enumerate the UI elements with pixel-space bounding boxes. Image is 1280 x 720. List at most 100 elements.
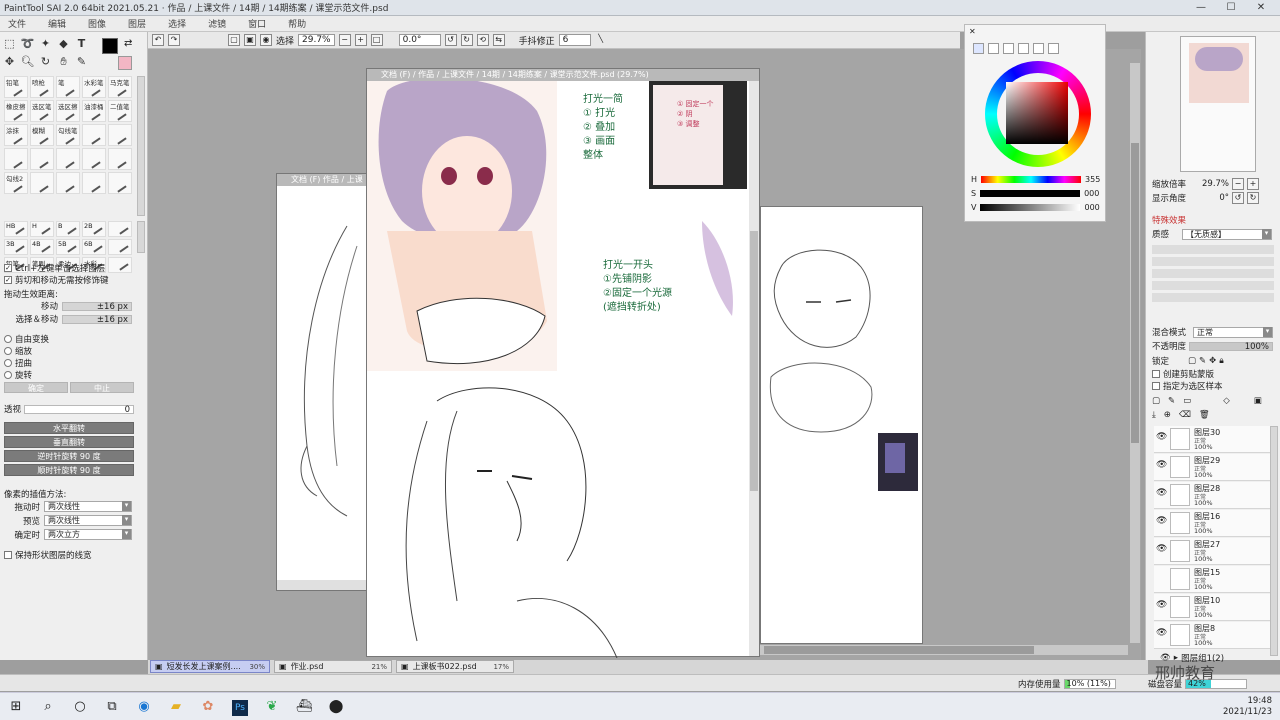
flip-horizontal-button[interactable]: 水平翻转	[4, 422, 134, 434]
brush-slot[interactable]	[108, 124, 132, 146]
navigator-preview[interactable]	[1180, 36, 1256, 172]
text-icon[interactable]: T	[74, 36, 89, 51]
document-tab[interactable]: ▣ 短发长发上课案例.... 30%	[150, 660, 270, 673]
ctrl-click-checkbox[interactable]: ✓	[4, 264, 12, 272]
obs-icon[interactable]: ⬤	[320, 693, 352, 720]
zoom-in-icon[interactable]: +	[1247, 178, 1260, 190]
value-slider[interactable]	[980, 204, 1081, 211]
preview-select[interactable]: 两次线性	[44, 515, 132, 526]
eye-icon[interactable]: 👁︎	[1156, 432, 1167, 442]
layer-item[interactable]: 👁︎ 图层28 正常 100%	[1154, 482, 1272, 509]
free-transform-option[interactable]: 自由变换	[4, 333, 49, 345]
brush-slot[interactable]: 水彩笔	[82, 76, 106, 98]
confirm-interp-select[interactable]: 两次立方	[44, 529, 132, 540]
close-icon[interactable]: ✕	[969, 27, 976, 36]
size-slot[interactable]: HB	[4, 221, 28, 237]
brush-slot[interactable]: 二值笔	[108, 100, 132, 122]
menu-help[interactable]: 帮助	[288, 17, 306, 30]
brush-slot[interactable]	[82, 148, 106, 170]
hue-slider[interactable]	[981, 176, 1082, 183]
document-window-back[interactable]: 文档 (F) 作品 / 上课 ...	[276, 173, 368, 591]
lock-move-icon[interactable]: ✥	[1209, 356, 1216, 366]
rotate-cw-button[interactable]: 顺时针旋转 90 度	[4, 464, 134, 476]
menu-window[interactable]: 窗口	[248, 17, 266, 30]
brush-slot[interactable]: 选区笔	[30, 100, 54, 122]
panel-menu-icon[interactable]: ▣	[1254, 396, 1262, 406]
swatch-tab-icon[interactable]	[1018, 43, 1029, 54]
mixer-tab-icon[interactable]	[1033, 43, 1044, 54]
windows-start-icon[interactable]: ⊞	[0, 693, 32, 720]
menu-select[interactable]: 选择	[168, 17, 186, 30]
document-window-main[interactable]: 文档 (F) / 作品 / 上课文件 / 14期 / 14期练案 / 课堂示范文…	[366, 68, 760, 658]
system-clock[interactable]: 19:48 2021/11/23	[1223, 696, 1272, 718]
lock-all-icon[interactable]: 🔒︎	[1219, 356, 1224, 366]
brush-slot[interactable]	[82, 124, 106, 146]
selection-visibility-icon[interactable]: ◉	[260, 34, 272, 46]
document-tab[interactable]: ▣ 上课板书022.psd 17%	[396, 660, 514, 673]
zoom-icon[interactable]: 🔍︎	[20, 54, 35, 69]
swap-colors-icon[interactable]: ⇄	[124, 38, 132, 49]
rotate-icon[interactable]: ↻	[38, 54, 53, 69]
move-icon[interactable]: ✥	[2, 54, 17, 69]
stabilizer-field[interactable]: 6	[558, 34, 591, 46]
saturation-value-square[interactable]	[1006, 82, 1068, 144]
delete-layer-icon[interactable]: 🗑︎	[1199, 410, 1210, 420]
brush-slot[interactable]	[56, 172, 80, 194]
document-window-front[interactable]	[760, 206, 923, 644]
size-slot[interactable]: B	[56, 221, 80, 237]
menu-image[interactable]: 图像	[88, 17, 106, 30]
clip-row[interactable]: 创建剪贴蒙版	[1152, 368, 1214, 380]
hue-value[interactable]: 355	[1085, 175, 1100, 184]
brush-slot[interactable]: 模糊	[30, 124, 54, 146]
color-wheel-tab-icon[interactable]	[973, 43, 984, 54]
foreground-color-swatch[interactable]	[102, 38, 118, 54]
distort-radio[interactable]	[4, 359, 12, 367]
eraser-icon[interactable]	[92, 54, 107, 69]
hsv-slider-tab-icon[interactable]	[1003, 43, 1014, 54]
brush-slot[interactable]	[30, 148, 54, 170]
brush-slot[interactable]	[108, 172, 132, 194]
layer-scrollbar[interactable]	[1270, 426, 1278, 656]
scratch-tab-icon[interactable]	[1048, 43, 1059, 54]
eye-icon[interactable]: 👁︎	[1156, 460, 1167, 470]
zoom-value[interactable]: 29.7%	[1189, 179, 1229, 189]
size-slot[interactable]	[108, 221, 132, 237]
menu-filter[interactable]: 滤镜	[208, 17, 226, 30]
search-icon[interactable]: ⌕	[32, 693, 64, 720]
scale-radio[interactable]	[4, 347, 12, 355]
magic-wand-icon[interactable]: ✦	[38, 36, 53, 51]
brush-slot[interactable]: 笔	[56, 76, 80, 98]
cut-move-checkbox[interactable]: ✓	[4, 276, 12, 284]
zoom-out-icon[interactable]: −	[338, 34, 351, 46]
menu-layer[interactable]: 图层	[128, 17, 146, 30]
workspace-scrollbar-v[interactable]	[1130, 63, 1140, 643]
lock-transparency-icon[interactable]: ▢	[1188, 356, 1196, 366]
size-slot[interactable]: H	[30, 221, 54, 237]
rgb-slider-tab-icon[interactable]	[988, 43, 999, 54]
select-source-checkbox[interactable]	[1152, 382, 1160, 390]
while-drag-select[interactable]: 两次线性	[44, 501, 132, 512]
rotate-right-icon[interactable]: ↻	[460, 34, 473, 46]
photoshop-icon[interactable]: Ps	[224, 693, 256, 720]
zoom-in-icon[interactable]: +	[354, 34, 367, 46]
flip-view-icon[interactable]: ⇆	[492, 34, 505, 46]
minimize-button[interactable]: —	[1186, 0, 1216, 16]
background-color-swatch[interactable]	[118, 56, 132, 70]
angle-value[interactable]: 0°	[1189, 193, 1229, 203]
hand-icon[interactable]: ✋︎	[56, 54, 71, 69]
workspace-scrollbar-h[interactable]	[760, 645, 1128, 655]
layer-item[interactable]: 👁︎ 图层8 正常 100%	[1154, 622, 1272, 649]
clip-checkbox[interactable]	[1152, 370, 1160, 378]
size-slot[interactable]: 2B	[82, 221, 106, 237]
select-move-threshold-slider[interactable]: ±16 px	[62, 314, 132, 325]
eye-icon[interactable]: 👁︎	[1156, 516, 1167, 526]
brush-slot[interactable]: 勾线笔	[56, 124, 80, 146]
brush-slot[interactable]: 油漆桶	[82, 100, 106, 122]
lasso-icon[interactable]: ➰	[20, 36, 35, 51]
distort-option[interactable]: 扭曲	[4, 357, 32, 369]
brush-slot[interactable]	[108, 148, 132, 170]
brush-scrollbar[interactable]	[137, 76, 145, 216]
rotate-reset-icon[interactable]: ⟲	[476, 34, 489, 46]
move-threshold-slider[interactable]: ±16 px	[62, 301, 132, 312]
perspective-slider[interactable]: 0	[24, 404, 134, 415]
